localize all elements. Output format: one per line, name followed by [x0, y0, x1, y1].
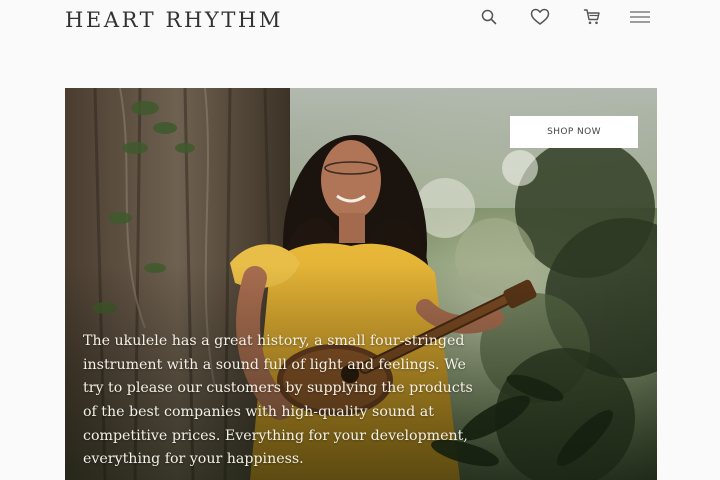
shop-now-button[interactable]: SHOP NOW	[510, 116, 638, 148]
cart-icon[interactable]	[581, 6, 603, 28]
brand-logo[interactable]: HEART RHYTHM	[65, 8, 283, 32]
hero-description: The ukulele has a great history, a small…	[83, 333, 473, 468]
search-icon[interactable]	[478, 6, 500, 28]
hero-banner: SHOP NOW The ukulele has a great history…	[65, 88, 657, 480]
hamburger-menu-icon[interactable]	[628, 6, 652, 28]
heart-icon[interactable]	[529, 6, 551, 28]
